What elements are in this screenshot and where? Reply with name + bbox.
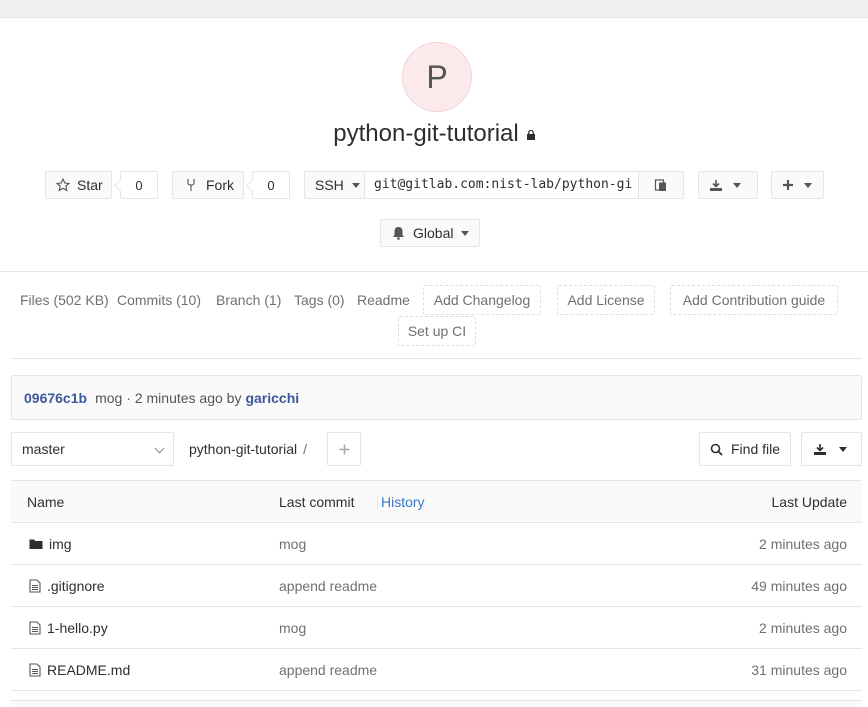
download-dropdown-2[interactable] [801, 432, 862, 466]
fork-button[interactable]: Fork [172, 171, 244, 199]
file-icon [29, 663, 41, 677]
find-file-button[interactable]: Find file [699, 432, 791, 466]
add-changelog-button[interactable]: Add Changelog [423, 285, 541, 315]
setup-ci-button[interactable]: Set up CI [398, 316, 476, 346]
commit-sha-link[interactable]: 09676c1b [24, 390, 87, 406]
add-file-button[interactable] [327, 432, 361, 466]
last-update: 2 minutes ago [759, 620, 847, 636]
lock-icon [526, 130, 535, 141]
last-update: 2 minutes ago [759, 536, 847, 552]
fork-count-value: 0 [267, 177, 275, 193]
star-button[interactable]: Star [45, 171, 112, 199]
plus-icon [783, 180, 793, 190]
commit-message[interactable]: append readme [279, 662, 377, 678]
commit-message[interactable]: mog [279, 536, 306, 552]
commit-message[interactable]: append readme [279, 578, 377, 594]
nav-commits[interactable]: Commits (10) [117, 292, 201, 308]
project-avatar: P [402, 42, 472, 112]
branch-name: master [22, 441, 65, 457]
fork-count[interactable]: 0 [252, 171, 290, 199]
nav-tags[interactable]: Tags (0) [294, 292, 345, 308]
download-icon [710, 179, 722, 191]
chevron-down-icon [839, 446, 847, 452]
commit-message[interactable]: mog [95, 390, 122, 406]
top-bar [0, 0, 868, 18]
download-dropdown[interactable] [698, 171, 758, 199]
divider [377, 495, 378, 510]
bell-icon [393, 227, 404, 240]
file-name: .gitignore [47, 578, 105, 594]
col-last-commit: Last commit [279, 494, 355, 510]
file-name: README.md [47, 662, 131, 678]
avatar-letter: P [426, 58, 448, 95]
plus-icon [339, 444, 349, 454]
chevron-down-icon [461, 230, 470, 236]
star-icon [56, 178, 70, 192]
fork-icon [187, 179, 195, 191]
new-item-dropdown[interactable] [771, 171, 824, 199]
table-row[interactable]: img mog 2 minutes ago [11, 523, 862, 565]
star-count-value: 0 [135, 177, 143, 193]
project-title-row: python-git-tutorial [0, 120, 868, 148]
breadcrumb: python-git-tutorial / [189, 441, 307, 457]
notification-label: Global [413, 225, 454, 241]
notification-dropdown[interactable]: Global [380, 219, 480, 247]
file-name-cell[interactable]: .gitignore [29, 578, 105, 594]
divider [0, 271, 868, 272]
file-name-cell[interactable]: 1-hello.py [29, 620, 108, 636]
file-name: 1-hello.py [47, 620, 108, 636]
file-name: img [49, 536, 72, 552]
divider [11, 358, 862, 359]
clipboard-icon [654, 179, 666, 191]
file-icon [29, 579, 41, 593]
add-license-button[interactable]: Add License [557, 285, 655, 315]
folder-icon [29, 539, 43, 549]
table-row[interactable]: 1-hello.py mog 2 minutes ago [11, 607, 862, 649]
commit-author-link[interactable]: garicchi [245, 390, 299, 406]
file-icon [29, 621, 41, 635]
commit-message[interactable]: mog [279, 620, 306, 636]
col-name: Name [27, 494, 65, 510]
star-count[interactable]: 0 [120, 171, 158, 199]
protocol-label: SSH [315, 177, 344, 193]
clone-url-input[interactable]: git@gitlab.com:nist-lab/python-gi [365, 171, 639, 199]
breadcrumb-separator: / [303, 441, 308, 457]
find-file-label: Find file [731, 441, 781, 457]
project-title: python-git-tutorial [333, 120, 519, 147]
chevron-down-icon [733, 182, 741, 188]
star-label: Star [77, 177, 103, 193]
file-name-cell[interactable]: README.md [29, 662, 130, 678]
protocol-dropdown[interactable]: SSH [304, 171, 365, 199]
chevron-down-icon [351, 182, 360, 188]
add-contribution-guide-button[interactable]: Add Contribution guide [670, 285, 838, 315]
branch-selector[interactable]: master [11, 432, 174, 466]
last-update: 49 minutes ago [751, 578, 847, 594]
table-row[interactable]: .gitignore append readme 49 minutes ago [11, 565, 862, 607]
file-table-header: Name Last commit History Last Update [11, 480, 862, 523]
fork-label: Fork [206, 177, 234, 193]
nav-readme[interactable]: Readme [357, 292, 410, 308]
last-update: 31 minutes ago [751, 662, 847, 678]
commit-time: · 2 minutes ago by [126, 389, 242, 406]
copy-url-button[interactable] [638, 171, 684, 199]
chevron-down-icon [154, 443, 165, 454]
breadcrumb-root[interactable]: python-git-tutorial [189, 441, 297, 457]
nav-branch[interactable]: Branch (1) [216, 292, 281, 308]
table-row[interactable]: README.md append readme 31 minutes ago [11, 649, 862, 691]
last-commit-box: 09676c1b mog · 2 minutes ago by garicchi [11, 375, 862, 420]
table-footer [11, 700, 862, 707]
download-icon [814, 443, 826, 455]
history-link[interactable]: History [381, 494, 425, 510]
chevron-down-icon [804, 182, 812, 188]
col-last-update: Last Update [771, 494, 848, 510]
nav-files[interactable]: Files (502 KB) [20, 292, 109, 308]
file-name-cell[interactable]: img [29, 536, 72, 552]
search-icon [710, 443, 723, 456]
